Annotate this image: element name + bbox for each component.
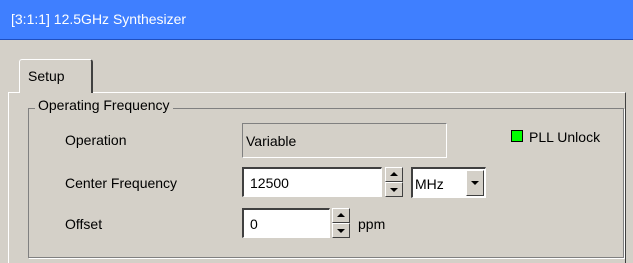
frequency-unit-select[interactable]: MHz — [411, 167, 486, 198]
title-bar: [3:1:1] 12.5GHz Synthesizer — [0, 0, 633, 40]
offset-label: Offset — [65, 216, 103, 232]
operation-value-field: Variable — [242, 123, 447, 158]
window-title: [3:1:1] 12.5GHz Synthesizer — [11, 11, 187, 27]
tab-setup[interactable]: Setup — [19, 59, 93, 93]
center-frequency-decrement-button[interactable] — [385, 182, 403, 197]
operation-value: Variable — [246, 133, 297, 149]
tab-setup-label: Setup — [28, 68, 65, 84]
offset-decrement-button[interactable] — [332, 223, 350, 238]
group-title: Operating Frequency — [35, 97, 173, 113]
arrow-down-icon — [390, 188, 398, 192]
center-frequency-label: Center Frequency — [65, 175, 178, 191]
center-frequency-input[interactable] — [242, 167, 382, 197]
offset-input[interactable] — [242, 208, 330, 238]
arrow-up-icon — [390, 172, 398, 176]
pll-unlock-label: PLL Unlock — [529, 129, 601, 145]
center-frequency-increment-button[interactable] — [385, 167, 403, 182]
offset-increment-button[interactable] — [332, 208, 350, 223]
offset-unit: ppm — [358, 216, 386, 232]
offset-spinner[interactable] — [332, 208, 350, 238]
operation-label: Operation — [65, 132, 127, 148]
pll-unlock-indicator-icon — [511, 130, 523, 142]
center-frequency-spinner[interactable] — [385, 167, 403, 197]
frequency-unit-value: MHz — [415, 176, 444, 192]
arrow-down-icon — [337, 229, 345, 233]
arrow-up-icon — [337, 213, 345, 217]
unit-dropdown-button[interactable] — [466, 170, 484, 196]
chevron-down-icon — [471, 181, 479, 185]
